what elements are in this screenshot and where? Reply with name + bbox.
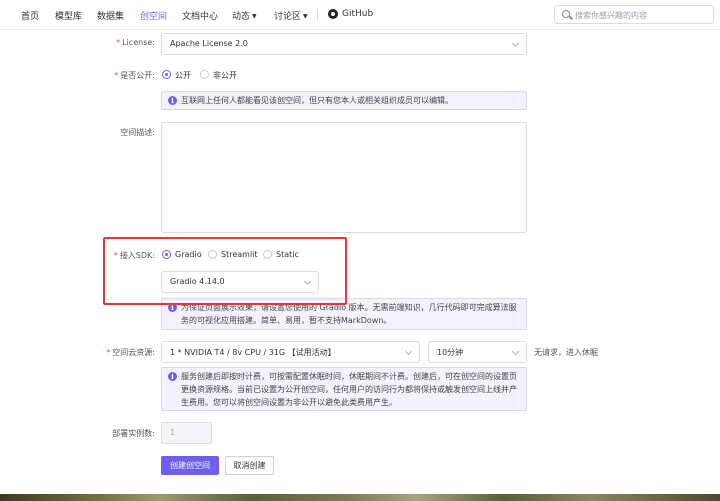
resource-notice: i 服务创建后即按时计费，可按需配置休眠时间，休眠期间不计费。创建后，可在创空间… xyxy=(161,367,527,411)
chevron-down-icon: ▼ xyxy=(252,13,257,20)
public-radio-label[interactable]: 公开 xyxy=(175,70,191,81)
nav-github[interactable]: GitHub xyxy=(342,9,373,19)
description-textarea[interactable] xyxy=(161,122,527,233)
resource-value: 1 * NVIDIA T4 / 8v CPU / 31G 【试用活动】 xyxy=(170,348,336,357)
top-navigation: 首页 模型库 数据集 创空间 文档中心 动态 ▼ 讨论区 ▼ GitHub 搜索你感… xyxy=(0,0,720,30)
search-input[interactable]: 搜索你感兴趣的内容 xyxy=(554,5,714,24)
private-radio-label[interactable]: 非公开 xyxy=(213,70,237,81)
required-mark: * xyxy=(114,71,119,80)
resource-notice-line1: 服务创建后即按时计费，可按需配置休眠时间，休眠期间不计费。创建后，可在创空间的设… xyxy=(181,372,517,381)
instances-input[interactable]: 1 xyxy=(161,422,212,444)
visibility-label-text: 是否公开: xyxy=(120,71,155,80)
public-radio[interactable] xyxy=(162,70,171,79)
private-radio[interactable] xyxy=(200,70,209,79)
required-mark: * xyxy=(116,38,121,47)
visibility-label: * 是否公开: xyxy=(106,70,155,81)
nav-home[interactable]: 首页 xyxy=(21,9,39,22)
sleep-time-select[interactable]: 10分钟 xyxy=(428,341,527,363)
description-label: 空间描述: xyxy=(120,128,155,137)
sleep-time-value: 10分钟 xyxy=(437,348,464,357)
nav-discussion[interactable]: 讨论区 ▼ xyxy=(274,9,308,22)
nav-studios[interactable]: 创空间 xyxy=(140,9,167,22)
resource-label: * 空间云资源: xyxy=(104,347,155,358)
resource-notice-line3: 生费用。您可以将创空间设置为非公开以避免此类费用产生。 xyxy=(181,398,397,407)
license-select[interactable]: Apache License 2.0 xyxy=(161,33,527,55)
nav-discussion-label: 讨论区 xyxy=(274,12,302,22)
nav-divider xyxy=(317,10,318,20)
chevron-down-icon xyxy=(511,39,520,48)
required-mark: * xyxy=(106,348,111,357)
background-photo xyxy=(0,494,720,501)
sdk-highlight-box xyxy=(103,237,347,305)
license-label-text: License: xyxy=(122,38,155,47)
instances-value: 1 xyxy=(170,428,176,437)
search-icon xyxy=(562,10,570,18)
nav-docs[interactable]: 文档中心 xyxy=(182,9,218,22)
info-icon: i xyxy=(168,372,177,381)
resource-notice-line2: 更换资源规格。当前已设置为公开创空间，任何用户的访问行为都将保持或触发创空间上线… xyxy=(181,385,517,394)
license-value: Apache License 2.0 xyxy=(170,39,248,48)
license-label: * License: xyxy=(113,38,155,47)
resource-select[interactable]: 1 * NVIDIA T4 / 8v CPU / 31G 【试用活动】 xyxy=(161,341,420,363)
chevron-down-icon: ▼ xyxy=(303,13,308,20)
resource-label-text: 空间云资源: xyxy=(112,348,155,357)
visibility-notice: i 互联网上任何人都能看见该创空间，但只有您本人或相关组织成员可以编辑。 xyxy=(161,91,527,110)
nav-models[interactable]: 模型库 xyxy=(55,9,82,22)
sleep-hint: 无请求，进入休眠 xyxy=(534,348,598,357)
chevron-down-icon xyxy=(511,347,520,356)
nav-news[interactable]: 动态 ▼ xyxy=(232,9,257,22)
sdk-notice-line2: 务的可视化应用搭建。简单、易用，暂不支持MarkDown。 xyxy=(181,316,392,325)
create-studio-button[interactable]: 创建创空间 xyxy=(161,456,219,475)
instances-label: 部署实例数: xyxy=(112,429,155,438)
nav-news-label: 动态 xyxy=(232,12,251,22)
nav-datasets[interactable]: 数据集 xyxy=(97,9,124,22)
info-icon: i xyxy=(168,96,177,105)
search-placeholder: 搜索你感兴趣的内容 xyxy=(575,11,647,20)
cancel-create-button[interactable]: 取消创建 xyxy=(225,456,274,475)
visibility-notice-text: 互联网上任何人都能看见该创空间，但只有您本人或相关组织成员可以编辑。 xyxy=(181,96,453,105)
chevron-down-icon xyxy=(404,347,413,356)
github-icon[interactable] xyxy=(328,9,338,19)
